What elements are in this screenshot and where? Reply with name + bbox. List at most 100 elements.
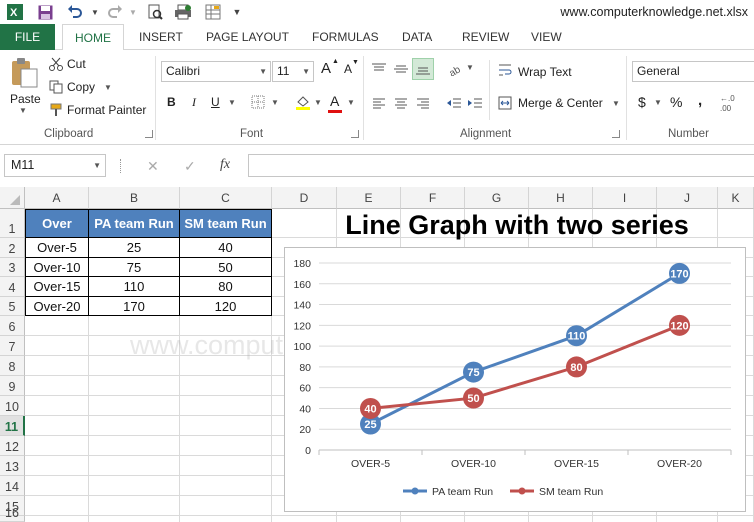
wrap-text-icon[interactable] (497, 62, 513, 78)
paste-button[interactable]: Paste (10, 92, 41, 106)
bold-button[interactable]: B (167, 95, 176, 109)
redo-icon[interactable] (106, 3, 124, 21)
tab-view[interactable]: VIEW (531, 24, 562, 50)
cut-icon[interactable] (48, 56, 64, 72)
row-header-14[interactable]: 14 (0, 476, 25, 496)
row-header-5[interactable]: 5 (0, 297, 25, 316)
row-header-1[interactable]: 1 (0, 209, 25, 238)
redo-dropdown-icon[interactable]: ▼ (124, 3, 142, 21)
table-cell[interactable]: 110 (89, 277, 180, 297)
font-size-dropdown-icon[interactable]: ▼ (302, 62, 310, 81)
row-header-9[interactable]: 9 (0, 376, 25, 396)
table-cell[interactable]: 120 (180, 297, 272, 316)
paste-dropdown-icon[interactable]: ▼ (19, 106, 27, 115)
merge-center-icon[interactable] (497, 95, 513, 111)
borders-icon[interactable] (250, 94, 266, 110)
number-format-combo[interactable]: General (632, 61, 754, 82)
orientation-dropdown-icon[interactable]: ▼ (466, 63, 474, 72)
name-box[interactable]: M11 ▼ (4, 154, 106, 177)
undo-dropdown-icon[interactable]: ▼ (86, 3, 104, 21)
orientation-icon[interactable]: ab (446, 60, 464, 78)
font-name-dropdown-icon[interactable]: ▼ (259, 62, 267, 81)
tab-review[interactable]: REVIEW (462, 24, 509, 50)
cancel-icon[interactable]: ✕ (147, 158, 159, 175)
row-header-3[interactable]: 3 (0, 258, 25, 277)
comma-button[interactable]: , (698, 92, 702, 109)
chart-title[interactable]: Line Graph with two series (280, 210, 754, 241)
table-cell[interactable]: 170 (89, 297, 180, 316)
row-header-10[interactable]: 10 (0, 396, 25, 416)
table-cell[interactable]: 75 (89, 258, 180, 277)
font-color-dropdown-icon[interactable]: ▼ (347, 98, 355, 107)
currency-dropdown-icon[interactable]: ▼ (654, 98, 662, 107)
font-name-combo[interactable]: Calibri ▼ (161, 61, 271, 82)
borders-dropdown-icon[interactable]: ▼ (271, 98, 279, 107)
enter-icon[interactable]: ✓ (184, 158, 196, 175)
quick-print-icon[interactable] (174, 3, 192, 21)
column-header-f[interactable]: F (401, 187, 465, 209)
name-box-dropdown-icon[interactable]: ▼ (93, 155, 101, 176)
row-header-11[interactable]: 11 (0, 416, 25, 436)
row-header-8[interactable]: 8 (0, 356, 25, 376)
copy-button[interactable]: Copy (67, 80, 95, 94)
column-header-k[interactable]: K (718, 187, 754, 209)
table-cell[interactable]: Over-5 (25, 238, 89, 258)
decrease-indent-icon[interactable] (445, 94, 463, 112)
undo-icon[interactable] (66, 3, 84, 21)
select-all-corner[interactable] (0, 187, 25, 209)
format-painter-button[interactable]: Format Painter (67, 103, 146, 117)
copy-dropdown-icon[interactable]: ▼ (104, 83, 112, 92)
form-icon[interactable] (204, 3, 222, 21)
font-size-combo[interactable]: 11 ▼ (272, 61, 314, 82)
percent-button[interactable]: % (670, 94, 682, 110)
paste-icon[interactable] (6, 56, 42, 90)
underline-dropdown-icon[interactable]: ▼ (228, 98, 236, 107)
tab-data[interactable]: DATA (402, 24, 432, 50)
font-launcher-icon[interactable] (351, 130, 359, 138)
shrink-font-button[interactable]: A (344, 62, 352, 76)
insert-function-icon[interactable]: fx (220, 157, 230, 173)
fill-color-icon[interactable] (294, 93, 312, 111)
table-cell[interactable]: Over-10 (25, 258, 89, 277)
copy-icon[interactable] (48, 79, 64, 95)
customize-toolbar-icon[interactable]: ▼ (228, 3, 246, 21)
print-preview-icon[interactable] (146, 3, 164, 21)
row-header-12[interactable]: 12 (0, 436, 25, 456)
format-painter-icon[interactable] (48, 102, 64, 118)
italic-button[interactable]: I (192, 95, 196, 110)
table-cell[interactable]: Over-20 (25, 297, 89, 316)
column-header-g[interactable]: G (465, 187, 529, 209)
tab-file[interactable]: FILE (0, 24, 55, 50)
column-header-h[interactable]: H (529, 187, 593, 209)
middle-align-icon[interactable] (392, 60, 410, 78)
row-header-6[interactable]: 6 (0, 316, 25, 336)
tab-formulas[interactable]: FORMULAS (312, 24, 379, 50)
column-header-c[interactable]: C (180, 187, 272, 209)
font-color-button[interactable]: A (330, 93, 339, 109)
currency-button[interactable]: $ (638, 94, 646, 110)
wrap-text-button[interactable]: Wrap Text (518, 65, 572, 79)
align-left-icon[interactable] (370, 94, 388, 112)
top-align-icon[interactable] (370, 60, 388, 78)
underline-button[interactable]: U (211, 95, 220, 109)
column-header-a[interactable]: A (25, 187, 89, 209)
merge-center-dropdown-icon[interactable]: ▼ (612, 99, 620, 108)
tab-home[interactable]: HOME (62, 24, 124, 51)
align-right-icon[interactable] (414, 94, 432, 112)
row-header-16[interactable]: 16 (0, 506, 25, 522)
formula-bar-grip[interactable] (120, 159, 122, 173)
align-center-icon[interactable] (392, 94, 410, 112)
column-header-i[interactable]: I (593, 187, 657, 209)
table-header-cell[interactable]: PA team Run (89, 209, 180, 238)
table-cell[interactable]: 80 (180, 277, 272, 297)
clipboard-launcher-icon[interactable] (145, 130, 153, 138)
bottom-align-icon[interactable] (412, 58, 434, 80)
merge-center-button[interactable]: Merge & Center (518, 96, 603, 110)
formula-input[interactable] (248, 154, 754, 177)
row-header-2[interactable]: 2 (0, 238, 25, 258)
table-cell[interactable]: 50 (180, 258, 272, 277)
fill-color-dropdown-icon[interactable]: ▼ (314, 98, 322, 107)
row-header-13[interactable]: 13 (0, 456, 25, 476)
line-chart[interactable]: 0 20 40 60 80 100 120 140 160 180 OVER-5 OVER-10 OVE… (284, 247, 746, 512)
save-icon[interactable] (36, 3, 54, 21)
